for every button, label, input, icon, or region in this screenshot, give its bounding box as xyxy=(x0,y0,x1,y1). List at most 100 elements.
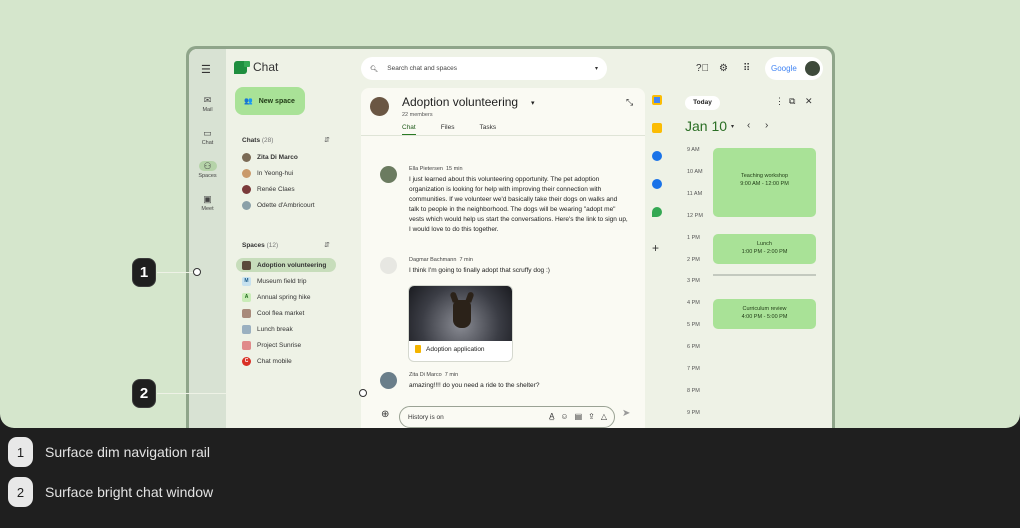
mail-icon: ✉ xyxy=(203,95,212,105)
avatar xyxy=(380,166,397,183)
collapse-chats-icon[interactable]: ⇵ xyxy=(324,136,330,144)
callout-dot xyxy=(193,268,201,276)
previous-day-icon[interactable]: ‹ xyxy=(747,120,750,131)
avatar xyxy=(242,168,251,178)
gif-icon[interactable]: ▤ xyxy=(575,412,583,421)
message-input[interactable]: History is on A̲ ☺ ▤ ⇪ △ xyxy=(399,406,615,428)
chevron-down-icon[interactable]: ▾ xyxy=(595,65,598,72)
chat-item[interactable]: Odette d'Ambricourt xyxy=(242,198,315,212)
message-text: I just learned about this volunteering o… xyxy=(409,176,628,233)
chevron-down-icon[interactable]: ▾ xyxy=(731,123,734,130)
hour-label: 6 PM xyxy=(687,344,700,351)
calendar-event[interactable]: Teaching workshop 9:00 AM - 12:00 PM xyxy=(713,148,816,217)
divider xyxy=(361,135,645,136)
illustration-stage: ☰ ✉ Mail ▭ Chat ⚇ Spaces ▣ Meet Chat 👥 N… xyxy=(0,0,1020,428)
keep-app-icon[interactable] xyxy=(652,123,662,133)
legend-item: 1 Surface dim navigation rail xyxy=(8,437,210,467)
calendar-event[interactable]: Curriculum review 4:00 PM - 5:00 PM xyxy=(713,299,816,329)
more-icon[interactable]: ⋮ xyxy=(775,96,784,107)
gear-icon[interactable]: ⚙ xyxy=(719,63,728,74)
open-in-new-icon[interactable]: ⧉ xyxy=(789,96,795,107)
apps-grid-icon[interactable]: ⠿ xyxy=(743,63,750,74)
drive-icon[interactable]: △ xyxy=(601,412,607,421)
hour-label: 12 PM xyxy=(687,212,703,219)
add-circle-icon[interactable]: ⊕ xyxy=(381,409,389,420)
hour-label: 4 PM xyxy=(687,300,700,307)
dog-shape xyxy=(453,300,471,328)
chat-icon: ▭ xyxy=(203,128,212,138)
maps-app-icon[interactable] xyxy=(652,207,662,217)
contacts-app-icon[interactable] xyxy=(652,179,662,189)
calendar-app-icon[interactable] xyxy=(652,95,662,105)
message-meta: Zita Di Marco 7 min xyxy=(409,372,459,378)
chat-item-label: Zita Di Marco xyxy=(257,153,298,161)
emoji-icon[interactable]: ☺ xyxy=(560,412,568,421)
chevron-down-icon[interactable]: ▾ xyxy=(531,99,535,107)
space-item-label: Cool flea market xyxy=(257,309,305,317)
rail-item-mail[interactable]: ✉ Mail xyxy=(189,95,226,113)
composer-placeholder: History is on xyxy=(408,413,444,421)
next-day-icon[interactable]: › xyxy=(765,120,768,131)
attachment-label: Adoption application xyxy=(426,345,485,353)
search-icon: 🔍︎ xyxy=(370,65,379,73)
avatar xyxy=(805,61,820,76)
send-icon[interactable]: ➤ xyxy=(622,408,630,419)
space-item[interactable]: Project Sunrise xyxy=(242,338,301,352)
event-title: Teaching workshop xyxy=(740,173,789,179)
legend-label: Surface bright chat window xyxy=(45,484,214,500)
today-button[interactable]: Today xyxy=(685,96,720,110)
rail-label: Chat xyxy=(201,140,214,146)
app-screen: ☰ ✉ Mail ▭ Chat ⚇ Spaces ▣ Meet Chat 👥 N… xyxy=(189,49,832,428)
message-meta: Ella Pietersen 15 min xyxy=(409,166,463,172)
chat-window: Adoption volunteering ▾ 22 members ⤡ Cha… xyxy=(361,88,645,428)
format-text-icon[interactable]: A̲ xyxy=(549,412,554,421)
navigation-rail: ☰ ✉ Mail ▭ Chat ⚇ Spaces ▣ Meet xyxy=(189,49,226,428)
space-item[interactable]: M Museum field trip xyxy=(242,274,307,288)
hour-label: 2 PM xyxy=(687,256,700,263)
rail-label: Meet xyxy=(201,206,214,212)
rail-item-meet[interactable]: ▣ Meet xyxy=(189,194,226,212)
rail-item-chat[interactable]: ▭ Chat xyxy=(189,128,226,146)
space-item[interactable]: Lunch break xyxy=(242,322,293,336)
tasks-app-icon[interactable] xyxy=(652,151,662,161)
space-item-label: Museum field trip xyxy=(257,277,307,285)
calendar-event[interactable]: Lunch 1:00 PM - 2:00 PM xyxy=(713,234,816,264)
chat-logo-icon xyxy=(234,60,250,74)
add-app-icon[interactable]: + xyxy=(652,241,659,255)
chats-title: Chats xyxy=(242,137,261,144)
dog-photo xyxy=(409,286,512,341)
people-add-icon: 👥 xyxy=(244,98,253,105)
menu-icon[interactable]: ☰ xyxy=(201,63,211,76)
search-bar[interactable]: 🔍︎ Search chat and spaces ▾ xyxy=(361,57,607,80)
chat-item-label: Renée Claes xyxy=(257,185,295,193)
space-item-label: Chat mobile xyxy=(257,357,292,365)
collapse-spaces-icon[interactable]: ⇵ xyxy=(324,241,330,249)
new-space-button[interactable]: 👥 New space xyxy=(235,87,305,115)
space-item[interactable]: A Annual spring hike xyxy=(242,290,310,304)
chat-item[interactable]: Renée Claes xyxy=(242,182,295,196)
callout-line xyxy=(157,272,195,273)
event-title: Curriculum review xyxy=(742,306,787,312)
chat-item[interactable]: Zita Di Marco xyxy=(242,150,298,164)
legend-number: 2 xyxy=(8,477,33,507)
close-icon[interactable]: ✕ xyxy=(805,96,813,107)
calendar-panel: Today ⋮ ⧉ ✕ Jan 10 ▾ ‹ › 9 AM 10 AM 11 AM 1… xyxy=(675,88,827,428)
space-item-selected[interactable]: Adoption volunteering xyxy=(236,258,336,272)
collapse-icon[interactable]: ⤡ xyxy=(626,97,633,108)
device-frame: ☰ ✉ Mail ▭ Chat ⚇ Spaces ▣ Meet Chat 👥 N… xyxy=(186,46,835,428)
spaces-count: (12) xyxy=(266,242,279,249)
attachment-card[interactable]: Adoption application xyxy=(408,285,513,362)
message-text: I think I'm going to finally adopt that … xyxy=(409,267,550,274)
avatar xyxy=(242,200,251,210)
help-icon[interactable]: ?⃝ xyxy=(696,63,709,74)
hour-label: 3 PM xyxy=(687,278,700,285)
hour-label: 5 PM xyxy=(687,322,700,329)
rail-item-spaces[interactable]: ⚇ Spaces xyxy=(189,161,226,179)
space-item[interactable]: C Chat mobile xyxy=(242,354,292,368)
chat-item[interactable]: In Yeong-hui xyxy=(242,166,293,180)
search-placeholder: Search chat and spaces xyxy=(387,65,458,72)
space-item[interactable]: Cool flea market xyxy=(242,306,304,320)
upload-icon[interactable]: ⇪ xyxy=(588,412,595,421)
account-badge[interactable]: Google xyxy=(765,57,823,80)
hour-label: 1 PM xyxy=(687,234,700,241)
